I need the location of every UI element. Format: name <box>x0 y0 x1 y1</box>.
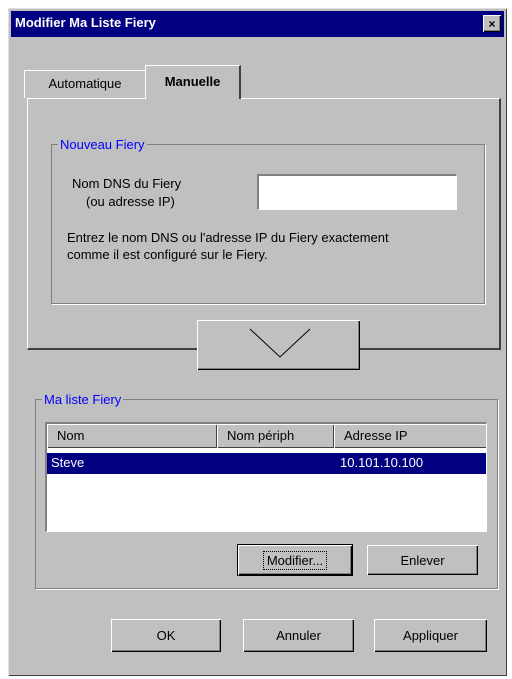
row-name: Steve <box>51 455 85 470</box>
help-text-line1: Entrez le nom DNS ou l'adresse IP du Fie… <box>67 230 389 245</box>
new-fiery-group: Nouveau Fiery <box>51 137 485 304</box>
tab-manuelle-label: Manuelle <box>164 74 221 89</box>
help-text-line2: comme il est configuré sur le Fiery. <box>67 247 268 262</box>
dns-label-line1: Nom DNS du Fiery <box>72 176 182 191</box>
window-title: Modifier Ma Liste Fiery <box>15 15 156 30</box>
fiery-list[interactable]: Nom Nom périph Adresse IP Steve 10.101.1… <box>45 422 487 532</box>
remove-button-label: Enlever <box>400 552 445 568</box>
column-header-nom-periph-label: Nom périph <box>227 428 295 443</box>
row-ip: 10.101.10.100 <box>340 455 424 470</box>
close-icon: × <box>488 16 496 31</box>
apply-button-label: Appliquer <box>403 628 458 643</box>
dns-input[interactable] <box>257 174 457 210</box>
ok-button[interactable]: OK <box>111 619 221 652</box>
modify-button-label: Modifier... <box>260 548 330 573</box>
tab-automatique[interactable]: Automatique <box>24 70 146 98</box>
modify-button[interactable]: Modifier... <box>238 545 352 575</box>
cancel-button-label: Annuler <box>276 628 321 643</box>
dns-label-line2: (ou adresse IP) <box>86 194 175 209</box>
new-fiery-group-label: Nouveau Fiery <box>60 137 145 152</box>
close-button[interactable]: × <box>483 15 501 32</box>
title-bar: Modifier Ma Liste Fiery × <box>11 11 504 37</box>
tab-automatique-label: Automatique <box>48 76 122 91</box>
remove-button[interactable]: Enlever <box>367 545 478 575</box>
column-header-nom-periph[interactable]: Nom périph <box>217 424 334 448</box>
cancel-button[interactable]: Annuler <box>243 619 354 652</box>
my-list-group-label: Ma liste Fiery <box>44 392 122 407</box>
column-header-adresse-ip-label: Adresse IP <box>344 428 408 443</box>
column-header-nom-label: Nom <box>57 428 85 443</box>
add-to-list-button[interactable] <box>197 320 360 370</box>
apply-button[interactable]: Appliquer <box>374 619 487 652</box>
arrow-down-icon <box>249 328 311 358</box>
tab-manuelle[interactable]: Manuelle <box>145 65 241 99</box>
column-header-nom[interactable]: Nom <box>47 424 217 448</box>
ok-button-label: OK <box>156 628 176 643</box>
column-header-adresse-ip[interactable]: Adresse IP <box>334 424 486 448</box>
list-row-selected[interactable]: Steve 10.101.10.100 <box>47 453 486 474</box>
